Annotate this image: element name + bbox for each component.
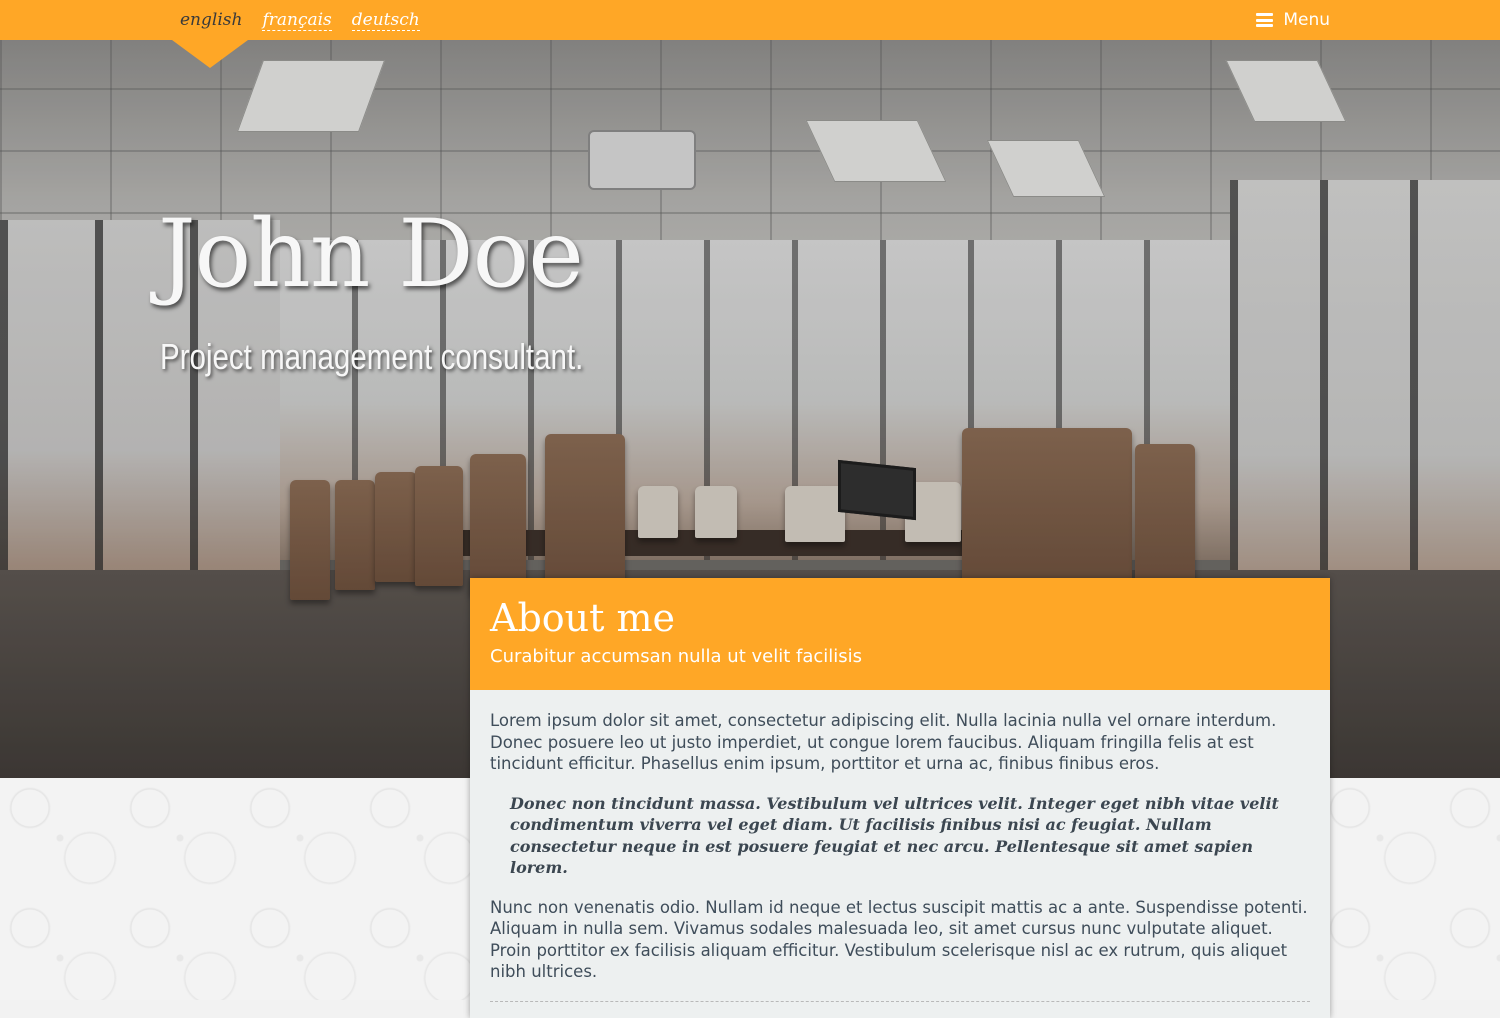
menu-label: Menu — [1283, 10, 1330, 30]
menu-button[interactable]: Menu — [1256, 0, 1330, 40]
language-switcher: english français deutsch — [180, 0, 420, 40]
hero-title: John Doe — [158, 200, 584, 309]
about-paragraph-1: Lorem ipsum dolor sit amet, consectetur … — [490, 711, 1277, 773]
language-french[interactable]: français — [262, 10, 332, 31]
about-title: About me — [490, 596, 675, 640]
about-card-header: About me Curabitur accumsan nulla ut vel… — [470, 578, 1330, 690]
language-german[interactable]: deutsch — [351, 10, 420, 31]
section-divider — [490, 1000, 1310, 1002]
about-subtitle: Curabitur accumsan nulla ut velit facili… — [490, 646, 863, 667]
about-card: About me Curabitur accumsan nulla ut vel… — [470, 578, 1330, 1018]
hamburger-icon — [1256, 13, 1274, 27]
about-card-body: Lorem ipsum dolor sit amet, consectetur … — [470, 690, 1330, 1002]
active-language-pointer — [172, 40, 248, 68]
top-bar: english français deutsch Menu — [0, 0, 1500, 40]
about-quote: Donec non tincidunt massa. Vestibulum ve… — [510, 793, 1279, 878]
about-paragraph-2: Nunc non venenatis odio. Nullam id neque… — [490, 897, 1308, 982]
hero-subtitle: Project management consultant. — [160, 336, 584, 377]
language-english[interactable]: english — [180, 10, 242, 30]
